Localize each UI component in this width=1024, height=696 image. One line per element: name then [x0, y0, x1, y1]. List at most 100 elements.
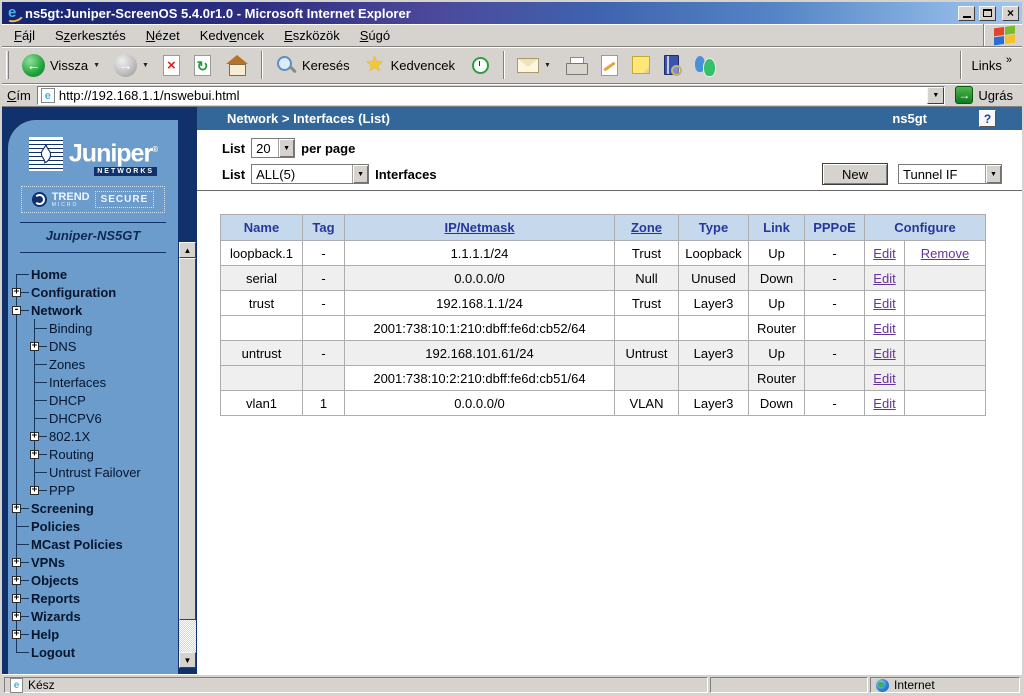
- close-button[interactable]: ×: [1002, 6, 1019, 21]
- menu-eszközök[interactable]: Eszközök: [274, 25, 350, 46]
- cell-type: Layer3: [679, 291, 749, 316]
- research-button[interactable]: [658, 53, 685, 77]
- search-button[interactable]: Keresés: [269, 52, 356, 78]
- expand-icon[interactable]: +: [30, 342, 39, 351]
- header-type: Type: [679, 215, 749, 241]
- address-input[interactable]: http://192.168.1.1/nswebui.html ▼: [37, 86, 945, 105]
- edit-link[interactable]: Edit: [873, 396, 895, 411]
- sidebar-item-logout[interactable]: Logout: [8, 643, 178, 661]
- menu-nézet[interactable]: Nézet: [136, 25, 190, 46]
- sidebar-item-binding[interactable]: Binding: [8, 319, 178, 337]
- sidebar-item-label: 802.1X: [49, 429, 90, 444]
- scrollbar-thumb[interactable]: [179, 258, 196, 620]
- print-button[interactable]: [559, 55, 593, 76]
- menu-fájl[interactable]: Fájl: [4, 25, 45, 46]
- sidebar-item-wizards[interactable]: +Wizards: [8, 607, 178, 625]
- scrollbar-track[interactable]: [179, 258, 196, 652]
- sidebar-item-vpns[interactable]: +VPNs: [8, 553, 178, 571]
- divider: [20, 222, 166, 223]
- cell-pppoe: -: [805, 241, 865, 266]
- scroll-up-icon[interactable]: ▲: [179, 242, 196, 258]
- interface-filter-select[interactable]: ALL(5) ▼: [251, 164, 369, 184]
- forward-button[interactable]: ▼: [108, 52, 155, 79]
- sidebar-item-objects[interactable]: +Objects: [8, 571, 178, 589]
- sidebar-item-mcast-policies[interactable]: MCast Policies: [8, 535, 178, 553]
- forward-dropdown-icon[interactable]: ▼: [142, 62, 149, 69]
- expand-icon[interactable]: +: [12, 558, 21, 567]
- help-button[interactable]: ?: [979, 110, 996, 127]
- sidebar-item-help[interactable]: + Help: [8, 625, 178, 643]
- expand-icon[interactable]: +: [12, 576, 21, 585]
- micro-label: MICRO: [52, 203, 90, 208]
- expand-icon[interactable]: +: [30, 450, 39, 459]
- menu-súgó[interactable]: Súgó: [350, 25, 400, 46]
- menu-kedvencek[interactable]: Kedvencek: [190, 25, 274, 46]
- home-button[interactable]: [219, 53, 255, 77]
- edit-link[interactable]: Edit: [873, 296, 895, 311]
- back-dropdown-icon[interactable]: ▼: [93, 62, 100, 69]
- dropdown-arrow-icon[interactable]: ▼: [352, 165, 368, 183]
- dropdown-arrow-icon[interactable]: ▼: [278, 139, 294, 157]
- toolbar-grip[interactable]: [6, 51, 9, 79]
- mail-dropdown-icon[interactable]: ▼: [544, 62, 551, 69]
- sidebar-item-label: Help: [31, 627, 59, 642]
- sidebar-item-dhcpv6[interactable]: DHCPV6: [8, 409, 178, 427]
- dropdown-arrow-icon[interactable]: ▼: [985, 165, 1001, 183]
- expand-icon[interactable]: +: [12, 630, 21, 639]
- cell-ip: 2001:738:10:2:210:dbff:fe6d:cb51/64: [345, 366, 615, 391]
- cell-name: loopback.1: [221, 241, 303, 266]
- mail-button[interactable]: ▼: [511, 56, 557, 75]
- expand-icon[interactable]: +: [30, 486, 39, 495]
- sidebar-item-policies[interactable]: Policies: [8, 517, 178, 535]
- go-button[interactable]: → Ugrás: [951, 86, 1017, 104]
- sidebar-item-dns[interactable]: +DNS: [8, 337, 178, 355]
- messenger-button[interactable]: [687, 53, 722, 77]
- discuss-button[interactable]: [626, 54, 656, 76]
- favorites-button[interactable]: Kedvencek: [358, 52, 461, 78]
- collapse-icon[interactable]: -: [12, 306, 21, 315]
- maximize-button[interactable]: [979, 6, 996, 21]
- edit-link[interactable]: Edit: [873, 246, 895, 261]
- sidebar-item-ppp[interactable]: +PPP: [8, 481, 178, 499]
- scroll-down-icon[interactable]: ▼: [179, 652, 196, 668]
- expand-icon[interactable]: +: [12, 288, 21, 297]
- table-row: 2001:738:10:1:210:dbff:fe6d:cb52/64Route…: [221, 316, 986, 341]
- sidebar-item-home[interactable]: Home: [8, 265, 178, 283]
- expand-icon[interactable]: +: [12, 594, 21, 603]
- sidebar-scrollbar[interactable]: ▲ ▼: [179, 242, 196, 668]
- minimize-button[interactable]: [958, 6, 975, 21]
- sidebar-item-reports[interactable]: +Reports: [8, 589, 178, 607]
- new-button[interactable]: New: [822, 163, 888, 185]
- edit-link[interactable]: Edit: [873, 371, 895, 386]
- sidebar-item-routing[interactable]: +Routing: [8, 445, 178, 463]
- sidebar-item-screening[interactable]: +Screening: [8, 499, 178, 517]
- links-bar[interactable]: Links »: [960, 51, 1018, 79]
- links-chevron-icon[interactable]: »: [1006, 54, 1012, 66]
- sidebar-item-zones[interactable]: Zones: [8, 355, 178, 373]
- sidebar-item-dhcp[interactable]: DHCP: [8, 391, 178, 409]
- remove-link[interactable]: Remove: [921, 246, 969, 261]
- edit-link[interactable]: Edit: [873, 271, 895, 286]
- sidebar-item-network[interactable]: -Network: [8, 301, 178, 319]
- back-button[interactable]: Vissza ▼: [16, 52, 106, 79]
- edit-link[interactable]: Edit: [873, 321, 895, 336]
- history-button[interactable]: [463, 52, 497, 78]
- expand-icon[interactable]: +: [12, 612, 21, 621]
- stop-button[interactable]: [157, 53, 186, 78]
- zone-sort-link[interactable]: Zone: [631, 220, 662, 235]
- ip-netmask-sort-link[interactable]: IP/Netmask: [444, 220, 514, 235]
- expand-icon[interactable]: +: [30, 432, 39, 441]
- sidebar-item-802-1x[interactable]: +802.1X: [8, 427, 178, 445]
- refresh-button[interactable]: [188, 53, 217, 78]
- menu-szerkesztés[interactable]: Szerkesztés: [45, 25, 136, 46]
- sidebar-item-configuration[interactable]: +Configuration: [8, 283, 178, 301]
- sidebar-item-label: Zones: [49, 357, 85, 372]
- sidebar-item-untrust-failover[interactable]: Untrust Failover: [8, 463, 178, 481]
- edit-link[interactable]: Edit: [873, 346, 895, 361]
- address-dropdown-icon[interactable]: ▼: [927, 87, 944, 104]
- expand-icon[interactable]: +: [12, 504, 21, 513]
- per-page-select[interactable]: 20 ▼: [251, 138, 295, 158]
- sidebar-item-interfaces[interactable]: Interfaces: [8, 373, 178, 391]
- edit-button[interactable]: [595, 53, 624, 78]
- interface-type-select[interactable]: Tunnel IF ▼: [898, 164, 1002, 184]
